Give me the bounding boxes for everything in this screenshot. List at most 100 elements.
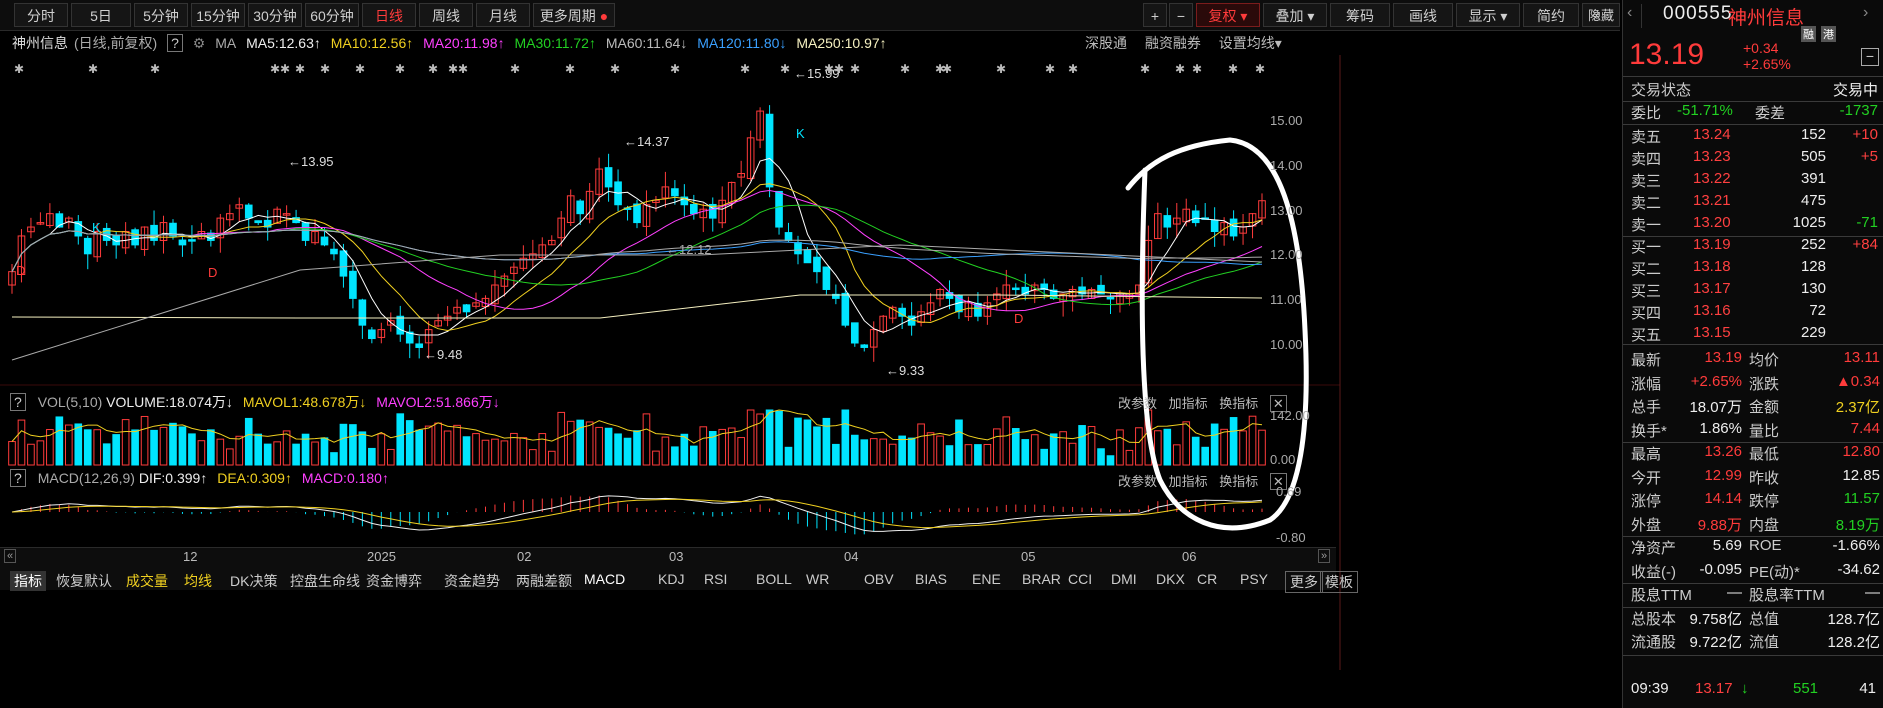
indicator-tab[interactable]: 资金趋势 <box>444 571 500 591</box>
event-star-icon[interactable]: ✱ <box>88 62 98 76</box>
indicator-tab[interactable]: 资金博弈 <box>366 571 422 591</box>
indicator-tab[interactable]: ENE <box>972 571 1001 587</box>
indicator-tab[interactable]: 两融差额 <box>516 571 572 591</box>
order-book-row[interactable]: 卖一 13.20 1025 -71 <box>1623 214 1883 236</box>
indicator-tab[interactable]: CCI <box>1068 571 1092 587</box>
event-star-icon[interactable]: ✱ <box>740 62 750 76</box>
candle-body <box>671 188 679 197</box>
scroll-right-icon[interactable]: » <box>1318 549 1331 563</box>
volume-bar <box>604 427 613 466</box>
event-star-icon[interactable]: ✱ <box>448 62 458 76</box>
event-star-icon[interactable]: ✱ <box>458 62 468 76</box>
event-star-icon[interactable]: ✱ <box>1140 62 1150 76</box>
up-arrow-icon: ↑ <box>381 470 389 486</box>
order-book-row[interactable]: 买一 13.19 252 +84 <box>1623 236 1883 258</box>
event-star-icon[interactable]: ✱ <box>150 62 160 76</box>
indicator-tab[interactable]: MACD <box>584 571 625 587</box>
event-star-icon[interactable]: ✱ <box>320 62 330 76</box>
event-star-icon[interactable]: ✱ <box>428 62 438 76</box>
y-tick: 15.00 <box>1270 113 1303 128</box>
level-label: 买二 <box>1631 261 1662 278</box>
chevron-right-icon[interactable]: › <box>1863 4 1868 22</box>
indicator-tab[interactable]: KDJ <box>658 571 684 587</box>
help-icon[interactable]: ? <box>10 393 26 411</box>
quote-stat-row: 总手 18.07万 金额 2.37亿 <box>1623 396 1883 418</box>
order-book-row[interactable]: 卖二 13.21 475 <box>1623 192 1883 214</box>
time-axis[interactable]: « 12 2025 02 03 04 05 06 » <box>0 547 1336 567</box>
stat-label: 净资产 <box>1631 540 1677 557</box>
indicator-tab[interactable]: 均线 <box>184 571 212 591</box>
event-star-icon[interactable]: ✱ <box>996 62 1006 76</box>
indicator-tab[interactable]: 模板 <box>1320 571 1358 593</box>
level-volume: 130 <box>1800 280 1826 297</box>
event-star-icon[interactable]: ✱ <box>14 62 24 76</box>
indicator-tab[interactable]: OBV <box>864 571 894 587</box>
level-price: 13.20 <box>1693 214 1731 231</box>
event-star-icon[interactable]: ✱ <box>1068 62 1078 76</box>
event-star-icon[interactable]: ✱ <box>670 62 680 76</box>
order-book-row[interactable]: 买二 13.18 128 <box>1623 258 1883 280</box>
event-star-icon[interactable]: ✱ <box>1192 62 1202 76</box>
indicator-tab[interactable]: BRAR <box>1022 571 1061 587</box>
edit-params-button[interactable]: 改参数 <box>1118 474 1157 489</box>
event-star-icon[interactable]: ✱ <box>280 62 290 76</box>
indicator-tab[interactable]: 控盘生命线 <box>290 571 360 591</box>
event-star-icon[interactable]: ✱ <box>900 62 910 76</box>
event-star-icon[interactable]: ✱ <box>850 62 860 76</box>
order-book-row[interactable]: 卖三 13.22 391 <box>1623 170 1883 192</box>
event-star-icon[interactable]: ✱ <box>565 62 575 76</box>
event-star-icon[interactable]: ✱ <box>942 62 952 76</box>
order-book-row[interactable]: 卖四 13.23 505 +5 <box>1623 148 1883 170</box>
event-star-icon[interactable]: ✱ <box>395 62 405 76</box>
order-book-row[interactable]: 卖五 13.24 152 +10 <box>1623 126 1883 148</box>
event-star-icon[interactable]: ✱ <box>610 62 620 76</box>
event-star-icon[interactable]: ✱ <box>270 62 280 76</box>
chevron-left-icon[interactable]: ‹ <box>1627 4 1632 22</box>
stat-label: 流通股 <box>1631 634 1677 651</box>
minus-icon[interactable]: − <box>1861 48 1879 66</box>
volume-bar <box>784 446 793 466</box>
indicator-tab[interactable]: RSI <box>704 571 727 587</box>
quote-stat-row: 收益(-) -0.095 PE(动)* -34.62 <box>1623 561 1883 583</box>
event-star-icon[interactable]: ✱ <box>834 62 844 76</box>
stat-label: 金额 <box>1749 399 1780 416</box>
indicator-tab[interactable]: DKX <box>1156 571 1185 587</box>
indicator-tab[interactable]: CR <box>1197 571 1217 587</box>
indicator-tab[interactable]: 恢复默认 <box>56 571 112 591</box>
indicator-tab[interactable]: DK决策 <box>230 571 277 591</box>
event-star-icon[interactable]: ✱ <box>780 62 790 76</box>
event-star-icon[interactable]: ✱ <box>295 62 305 76</box>
event-star-icon[interactable]: ✱ <box>1045 62 1055 76</box>
volume-bar <box>405 420 414 466</box>
event-star-icon[interactable]: ✱ <box>1175 62 1185 76</box>
indicator-tab[interactable]: PSY <box>1240 571 1268 587</box>
event-star-icon[interactable]: ✱ <box>824 62 834 76</box>
order-book-row[interactable]: 买三 13.17 130 <box>1623 280 1883 302</box>
switch-indicator-button[interactable]: 换指标 <box>1219 474 1258 489</box>
indicator-tab[interactable]: BIAS <box>915 571 947 587</box>
indicator-tab[interactable]: DMI <box>1111 571 1137 587</box>
add-indicator-button[interactable]: 加指标 <box>1169 396 1208 411</box>
stat-label: 均价 <box>1749 352 1780 369</box>
stat-value: 5.69 <box>1712 537 1742 554</box>
add-indicator-button[interactable]: 加指标 <box>1169 474 1208 489</box>
switch-indicator-button[interactable]: 换指标 <box>1219 396 1258 411</box>
indicator-tab[interactable]: WR <box>806 571 829 587</box>
event-star-icon[interactable]: ✱ <box>355 62 365 76</box>
volume-bar <box>917 423 925 466</box>
candle-body <box>813 256 821 273</box>
event-star-icon[interactable]: ✱ <box>1255 62 1265 76</box>
help-icon[interactable]: ? <box>10 469 26 487</box>
indicator-tab[interactable]: 成交量 <box>126 571 168 591</box>
edit-params-button[interactable]: 改参数 <box>1118 396 1157 411</box>
indicator-tab[interactable]: BOLL <box>756 571 792 587</box>
event-star-icon[interactable]: ✱ <box>1228 62 1238 76</box>
down-arrow-icon: ↓ <box>359 394 367 410</box>
order-book-row[interactable]: 买四 13.16 72 <box>1623 302 1883 324</box>
volume-bar <box>1116 429 1124 466</box>
indicator-tab[interactable]: 更多 <box>1285 571 1323 593</box>
indicator-tab[interactable]: 指标 <box>10 571 46 591</box>
scroll-left-icon[interactable]: « <box>4 549 17 563</box>
event-star-icon[interactable]: ✱ <box>510 62 520 76</box>
order-book-row[interactable]: 买五 13.15 229 <box>1623 324 1883 346</box>
